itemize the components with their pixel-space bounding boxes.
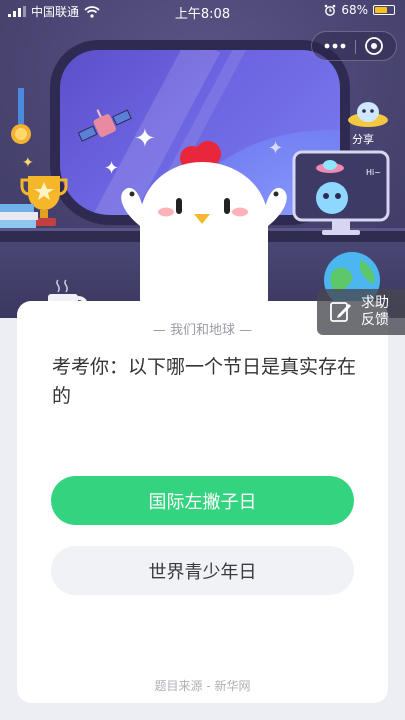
- question-text: 考考你：以下哪一个节日是真实存在的: [52, 356, 357, 407]
- books-icon: [0, 204, 38, 228]
- quiz-card: — 我们和地球 — 考考你：以下哪一个节日是真实存在的 国际左撇子日 世界青少年…: [17, 301, 388, 703]
- help-feedback-button[interactable]: 求助 反馈: [317, 289, 405, 335]
- sparkle-icon: ✦: [22, 155, 34, 171]
- alarm-icon: [325, 4, 336, 16]
- medal-icon: [11, 88, 31, 144]
- battery-level: [375, 7, 387, 13]
- help-label: 求助: [361, 295, 389, 311]
- monitor-greeting: Hi~: [366, 168, 381, 177]
- more-dots-icon[interactable]: [322, 38, 348, 54]
- answer-option-1[interactable]: 国际左撇子日: [51, 476, 354, 525]
- share-label[interactable]: 分享: [352, 131, 374, 147]
- battery-icon: [373, 5, 395, 15]
- status-bar: 中国联通 上午8:08 68%: [0, 0, 405, 22]
- mini-program-capsule: [311, 31, 397, 61]
- answer-option-2[interactable]: 世界青少年日: [51, 546, 354, 595]
- battery-percent: 68%: [341, 3, 368, 17]
- question-source: 题目来源 - 新华网: [154, 679, 251, 693]
- capsule-divider: [355, 40, 356, 54]
- chick-mascot: [121, 141, 287, 318]
- close-circle-icon[interactable]: [364, 36, 384, 56]
- feedback-label: 反馈: [361, 312, 389, 328]
- share-icon[interactable]: [346, 94, 390, 134]
- edit-icon: [330, 302, 351, 322]
